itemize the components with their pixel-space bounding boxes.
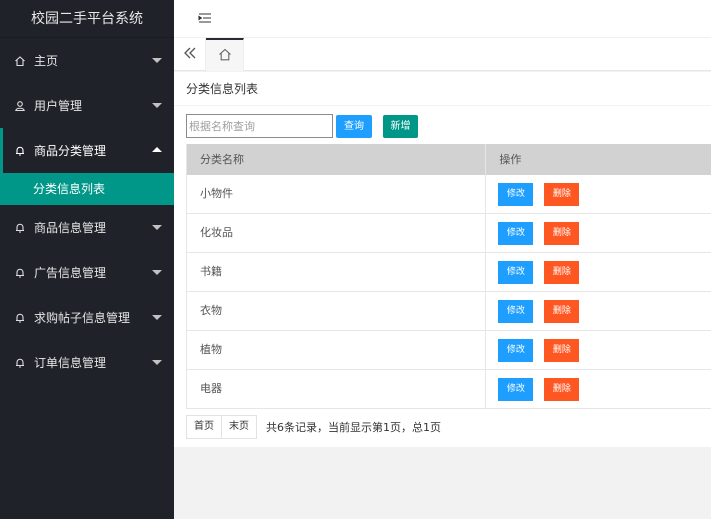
bell-icon [14,145,26,157]
sidebar-item-goods-management[interactable]: 商品信息管理 [0,205,174,250]
table-row: 化妆品 修改 删除 [186,214,711,253]
home-icon [14,55,26,67]
column-header-name: 分类名称 [187,144,487,175]
category-name: 电器 [187,370,487,408]
tabs-scroll-left-button[interactable] [174,38,206,70]
sidebar-item-label: 用户管理 [34,99,83,113]
actions-cell: 修改 删除 [486,292,711,330]
sidebar-item-orders-management[interactable]: 订单信息管理 [0,340,174,385]
delete-button[interactable]: 删除 [544,261,580,284]
delete-button[interactable]: 删除 [544,339,580,362]
double-chevron-left-icon [183,47,197,62]
sidebar-item-label: 主页 [34,54,59,68]
sidebar-item-label: 商品分类管理 [34,144,107,158]
bell-icon [14,312,26,324]
chevron-down-icon [152,102,162,108]
tab-bar [174,38,711,71]
pagination: 首页 末页 共6条记录，当前显示第1页，总1页 [186,415,441,439]
edit-button[interactable]: 修改 [498,183,534,206]
table-row: 电器 修改 删除 [186,370,711,409]
user-icon [14,100,26,112]
chevron-down-icon [152,359,162,365]
table-row: 书籍 修改 删除 [186,253,711,292]
bell-icon [14,267,26,279]
delete-button[interactable]: 删除 [544,222,580,245]
chevron-down-icon [152,269,162,275]
actions-cell: 修改 删除 [486,370,711,408]
column-header-actions: 操作 [499,153,522,166]
delete-button[interactable]: 删除 [544,300,580,323]
actions-cell: 修改 删除 [486,214,711,252]
page-title: 分类信息列表 [186,82,259,96]
category-name: 植物 [187,331,487,369]
actions-cell: 修改 删除 [486,253,711,291]
chevron-down-icon [152,314,162,320]
category-name: 书籍 [187,253,487,291]
chevron-down-icon [152,224,162,230]
actions-cell: 修改 删除 [486,175,711,213]
top-header [174,0,711,38]
table-row: 植物 修改 删除 [186,331,711,370]
app-title: 校园二手平台系统 [0,0,174,38]
bell-icon [14,222,26,234]
category-name: 化妆品 [187,214,487,252]
pagination-info: 共6条记录，当前显示第1页，总1页 [266,421,441,434]
delete-button[interactable]: 删除 [544,378,580,401]
menu-fold-icon[interactable] [198,11,212,25]
actions-cell: 修改 删除 [486,331,711,369]
home-icon [218,48,232,64]
edit-button[interactable]: 修改 [498,300,534,323]
sidebar: 校园二手平台系统 主页 用户管理 商品分类管理 分类信息列表 商品信息管理 广告… [0,0,174,519]
chevron-up-icon [152,146,162,152]
delete-button[interactable]: 删除 [544,183,580,206]
sidebar-item-label: 广告信息管理 [34,266,107,280]
query-button[interactable]: 查询 [336,115,372,138]
edit-button[interactable]: 修改 [498,378,534,401]
last-page-button[interactable]: 末页 [222,415,257,439]
edit-button[interactable]: 修改 [498,339,534,362]
main-content: 分类信息列表 查询 新增 分类名称 操作 小物件 修改 删除 化妆品 修改 删除… [174,72,711,447]
edit-button[interactable]: 修改 [498,222,534,245]
tab-home[interactable] [206,38,244,71]
category-name: 衣物 [187,292,487,330]
chevron-down-icon [152,57,162,63]
sidebar-item-label: 求购帖子信息管理 [34,311,131,325]
table-header: 分类名称 操作 [186,144,711,175]
sidebar-item-label: 商品信息管理 [34,221,107,235]
category-table: 分类名称 操作 小物件 修改 删除 化妆品 修改 删除 书籍 修改 删除 衣物 [186,144,711,409]
sidebar-item-users[interactable]: 用户管理 [0,83,174,128]
first-page-button[interactable]: 首页 [186,415,222,439]
sidebar-item-ads-management[interactable]: 广告信息管理 [0,250,174,295]
bell-icon [14,357,26,369]
search-input[interactable] [186,114,333,138]
sidebar-item-label: 订单信息管理 [34,356,107,370]
divider [174,105,711,106]
sidebar-item-home[interactable]: 主页 [0,38,174,83]
sidebar-subitem-category-list[interactable]: 分类信息列表 [0,173,174,205]
edit-button[interactable]: 修改 [498,261,534,284]
add-button[interactable]: 新增 [383,115,418,138]
table-row: 衣物 修改 删除 [186,292,711,331]
category-name: 小物件 [187,175,487,213]
table-row: 小物件 修改 删除 [186,175,711,214]
sidebar-item-category-management[interactable]: 商品分类管理 [0,128,174,173]
sidebar-item-wanted-posts-management[interactable]: 求购帖子信息管理 [0,295,174,340]
